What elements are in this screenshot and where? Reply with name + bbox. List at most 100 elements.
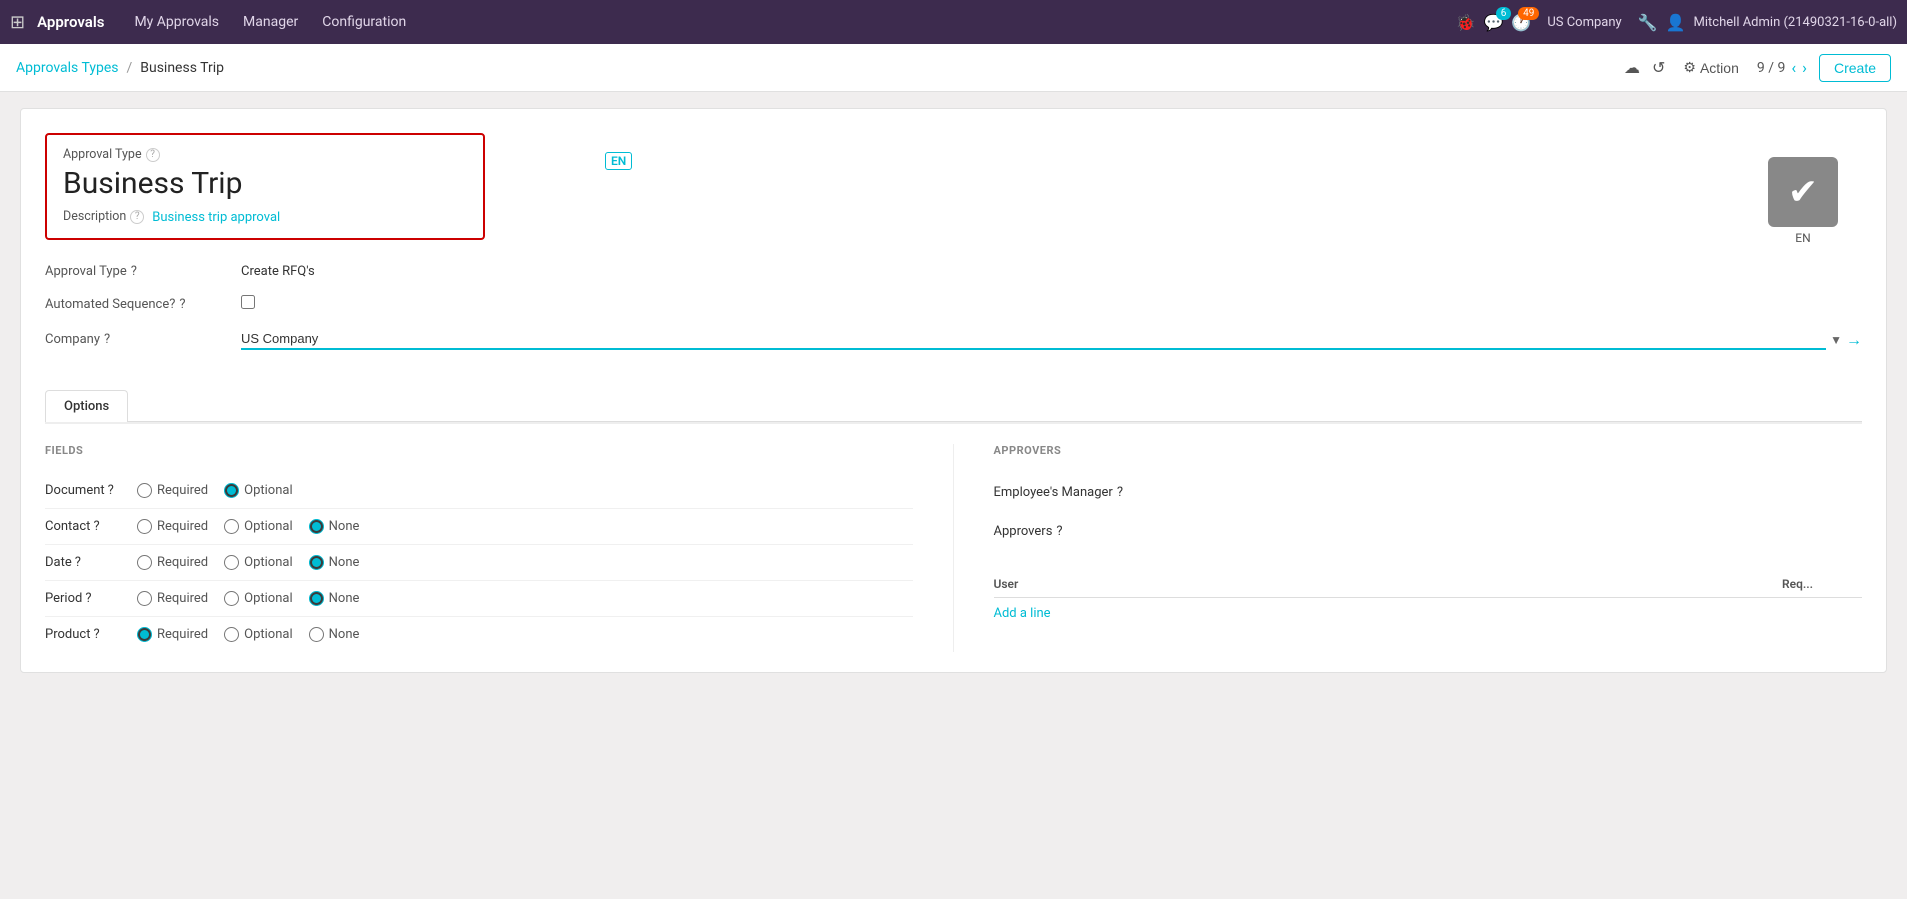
period-optional-option[interactable]: Optional <box>224 591 292 606</box>
date-none-option[interactable]: None <box>309 555 360 570</box>
approvers-row: Approvers ? User Req... Add a line <box>994 512 1863 641</box>
main-content: Approval Type ? Business Trip Descriptio… <box>0 92 1907 689</box>
approval-type-row: Approval Type ? Create RFQ's <box>45 256 1862 287</box>
approval-type-field-label: Approval Type ? <box>63 147 467 162</box>
field-row-product: Product ? Required Optional None <box>45 617 913 652</box>
en-language-badge[interactable]: EN <box>605 152 632 170</box>
grid-icon[interactable]: ⊞ <box>10 12 25 33</box>
automated-sequence-row: Automated Sequence? ? <box>45 287 1862 321</box>
tabs-bar: Options <box>45 390 1862 422</box>
app-title: Approvals <box>37 13 104 31</box>
gear-icon: ⚙ <box>1683 59 1696 76</box>
clipboard-widget: ✔ EN <box>1768 157 1838 245</box>
date-optional-option[interactable]: Optional <box>224 555 292 570</box>
company-input[interactable] <box>241 329 1826 350</box>
top-navigation: ⊞ Approvals My Approvals Manager Configu… <box>0 0 1907 44</box>
approval-type-help-icon[interactable]: ? <box>146 148 160 162</box>
contact-required-option[interactable]: Required <box>137 519 208 534</box>
document-optional-option[interactable]: Optional <box>224 483 292 498</box>
upload-icon[interactable]: ☁ <box>1624 58 1640 77</box>
approvers-section-title: APPROVERS <box>994 444 1863 457</box>
activity-icon[interactable]: 🕐 49 <box>1511 13 1531 32</box>
description-row: Description ? Business trip approval <box>63 209 467 226</box>
description-value[interactable]: Business trip approval <box>152 210 280 225</box>
period-radio-group: Required Optional None <box>137 591 359 606</box>
automated-sequence-label: Automated Sequence? ? <box>45 297 225 312</box>
field-row-date: Date ? Required Optional None <box>45 545 913 581</box>
chat-icon[interactable]: 💬 6 <box>1483 13 1503 32</box>
approvers-table-body: Add a line <box>994 598 1863 629</box>
company-name: US Company <box>1547 15 1621 30</box>
bug-icon[interactable]: 🐞 <box>1456 13 1476 32</box>
breadcrumb-separator: / <box>126 60 132 76</box>
approvers-table: User Req... Add a line <box>994 571 1863 629</box>
clipboard-icon: ✔ <box>1768 157 1838 227</box>
contact-help-icon[interactable]: ? <box>93 519 99 534</box>
approvers-help-icon[interactable]: ? <box>1056 524 1062 539</box>
fields-approvers-layout: FIELDS Document ? Required Optional <box>45 423 1862 672</box>
company-dropdown-arrow[interactable]: ▼ <box>1830 333 1842 347</box>
req-column-header: Req... <box>1782 577 1862 591</box>
tab-options[interactable]: Options <box>45 390 128 422</box>
fields-column: FIELDS Document ? Required Optional <box>45 444 954 652</box>
approval-type-value[interactable]: Create RFQ's <box>241 264 1862 279</box>
company-label: Company ? <box>45 332 225 347</box>
user-column-header: User <box>994 577 1783 591</box>
product-none-option[interactable]: None <box>309 627 360 642</box>
field-row-document: Document ? Required Optional <box>45 473 913 509</box>
document-radio-group: Required Optional <box>137 483 293 498</box>
form-title[interactable]: Business Trip <box>63 166 467 201</box>
approvers-table-header: User Req... <box>994 571 1863 598</box>
employee-manager-row: Employee's Manager ? <box>994 473 1863 512</box>
fields-section-title: FIELDS <box>45 444 913 457</box>
record-navigation: 9 / 9 ‹ › <box>1757 58 1807 77</box>
form-card: Approval Type ? Business Trip Descriptio… <box>20 108 1887 673</box>
toolbar-icons: ☁ ↺ ⚙ Action 9 / 9 ‹ › Create <box>1624 54 1891 82</box>
user-avatar[interactable]: 👤 <box>1666 13 1686 32</box>
employee-manager-help-icon[interactable]: ? <box>1117 485 1123 500</box>
period-help-icon[interactable]: ? <box>85 591 91 606</box>
company-nav-arrow[interactable]: → <box>1846 330 1862 350</box>
create-button[interactable]: Create <box>1819 54 1891 82</box>
nav-configuration[interactable]: Configuration <box>312 8 416 36</box>
date-required-option[interactable]: Required <box>137 555 208 570</box>
field-row-period: Period ? Required Optional None <box>45 581 913 617</box>
description-label: Description ? <box>63 209 144 224</box>
product-required-option[interactable]: Required <box>137 627 208 642</box>
document-required-option[interactable]: Required <box>137 483 208 498</box>
approval-type-label-col: Approval Type ? <box>45 264 225 279</box>
nav-icons: 🐞 💬 6 🕐 49 US Company 🔧 👤 Mitchell Admin… <box>1456 13 1897 32</box>
nav-my-approvals[interactable]: My Approvals <box>124 8 229 36</box>
wrench-icon[interactable]: 🔧 <box>1638 13 1658 32</box>
field-row-contact: Contact ? Required Optional None <box>45 509 913 545</box>
approval-type2-help-icon[interactable]: ? <box>131 264 137 279</box>
product-optional-option[interactable]: Optional <box>224 627 292 642</box>
product-help-icon[interactable]: ? <box>93 627 99 642</box>
user-name: Mitchell Admin (21490321-16-0-all) <box>1694 15 1897 30</box>
contact-radio-group: Required Optional None <box>137 519 359 534</box>
breadcrumb-parent[interactable]: Approvals Types <box>16 60 118 76</box>
prev-record-arrow[interactable]: ‹ <box>1791 58 1796 77</box>
add-line-button[interactable]: Add a line <box>994 598 1863 629</box>
refresh-icon[interactable]: ↺ <box>1652 58 1665 77</box>
period-none-option[interactable]: None <box>309 591 360 606</box>
automated-seq-help-icon[interactable]: ? <box>179 297 185 312</box>
automated-sequence-checkbox[interactable] <box>241 295 255 309</box>
document-help-icon[interactable]: ? <box>108 483 114 498</box>
company-help-icon[interactable]: ? <box>104 332 110 347</box>
approvers-column: APPROVERS Employee's Manager ? Approvers… <box>954 444 1863 652</box>
description-help-icon[interactable]: ? <box>130 210 144 224</box>
contact-optional-option[interactable]: Optional <box>224 519 292 534</box>
clipboard-en-label: EN <box>1795 231 1810 245</box>
breadcrumb-current: Business Trip <box>140 60 224 76</box>
action-label: Action <box>1700 60 1739 76</box>
contact-none-option[interactable]: None <box>309 519 360 534</box>
activity-badge: 49 <box>1518 7 1539 20</box>
period-required-option[interactable]: Required <box>137 591 208 606</box>
breadcrumb-bar: Approvals Types / Business Trip ☁ ↺ ⚙ Ac… <box>0 44 1907 92</box>
date-help-icon[interactable]: ? <box>75 555 81 570</box>
record-count: 9 / 9 <box>1757 60 1785 76</box>
nav-manager[interactable]: Manager <box>233 8 308 36</box>
next-record-arrow[interactable]: › <box>1802 58 1807 77</box>
action-button[interactable]: ⚙ Action <box>1677 55 1744 80</box>
